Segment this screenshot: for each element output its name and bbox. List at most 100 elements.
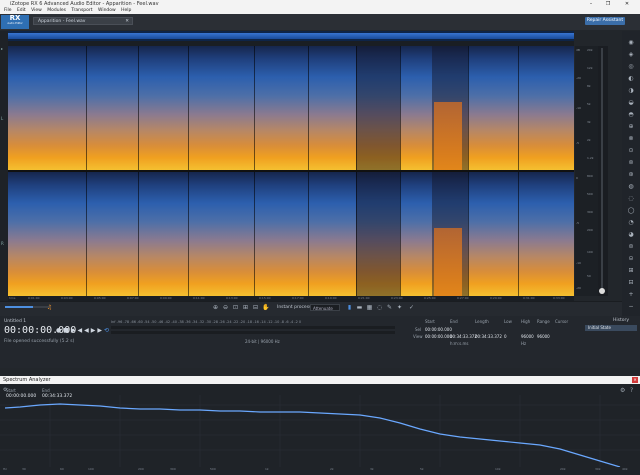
- audio-format: 24-bit | 96000 Hz: [245, 339, 280, 344]
- module-icon[interactable]: ◉: [627, 39, 635, 46]
- menu-view[interactable]: View: [31, 8, 42, 13]
- db-tick: -20: [576, 76, 581, 80]
- repair-assistant-button[interactable]: Repair Assistant: [585, 17, 625, 25]
- maximize-button[interactable]: ❐: [601, 0, 615, 8]
- module-icon[interactable]: ◌: [627, 195, 635, 202]
- lasso-tool-icon[interactable]: ◌: [376, 304, 383, 312]
- logo-subtext: Audio Editor: [7, 22, 23, 25]
- file-tab-label: Apparition - Feel.wav: [38, 19, 86, 24]
- module-icon[interactable]: ⊞: [627, 267, 635, 274]
- menu-edit[interactable]: Edit: [17, 8, 26, 13]
- help-icon[interactable]: ?: [630, 387, 633, 394]
- module-icon[interactable]: ◑: [627, 87, 635, 94]
- hz-tick: 100: [587, 250, 593, 254]
- module-icon[interactable]: ◯: [627, 207, 635, 214]
- module-icon[interactable]: ◎: [627, 63, 635, 70]
- module-icon[interactable]: ◐: [627, 75, 635, 82]
- waveform-overview[interactable]: [8, 31, 574, 41]
- magic-wand-tool-icon[interactable]: ✦: [396, 304, 403, 312]
- instant-process-mode-select[interactable]: Attenuate: [310, 304, 340, 311]
- menu-help[interactable]: Help: [121, 8, 131, 13]
- module-icon[interactable]: ⊝: [627, 255, 635, 262]
- transport-controls: ●■▶◀◀▶▶⟲: [56, 327, 111, 334]
- cursor-header: Cursor: [555, 319, 569, 324]
- hz-tick: 20k: [587, 48, 593, 52]
- frequency-selection-tool-icon[interactable]: ▬: [356, 304, 363, 312]
- rewind-button[interactable]: ◀◀: [78, 327, 91, 334]
- module-icon[interactable]: ⊗: [627, 135, 635, 142]
- zoom-selection-icon[interactable]: ⊡: [232, 304, 239, 312]
- view-range[interactable]: 96000: [537, 334, 550, 339]
- minimize-button[interactable]: –: [584, 0, 598, 8]
- spectrogram-channel-right[interactable]: [8, 172, 574, 296]
- time-frequency-tool-icon[interactable]: ▦: [366, 304, 373, 312]
- module-icon[interactable]: ◈: [627, 51, 635, 58]
- view-end[interactable]: 00:34:33.372: [450, 334, 477, 339]
- view-length[interactable]: 00:34:33.372: [475, 334, 502, 339]
- frequency-axis: Hz 30 60 100 200 300 500 1k 2k 3k 5k 10k…: [0, 467, 640, 475]
- time-tick: 0:07:00: [127, 296, 139, 300]
- time-selection-tool-icon[interactable]: ▮: [346, 304, 353, 312]
- left-channel-icon[interactable]: L: [1, 116, 6, 121]
- zoom-in-icon[interactable]: +: [627, 291, 635, 298]
- spectrogram-channel-left[interactable]: [8, 46, 574, 170]
- view-start[interactable]: 00:00:00.000: [425, 334, 452, 339]
- module-icon[interactable]: ⊙: [627, 147, 635, 154]
- settings-icon[interactable]: ⚙: [620, 387, 625, 394]
- menu-modules[interactable]: Modules: [47, 8, 66, 13]
- headphones-icon[interactable]: ♫: [46, 304, 53, 312]
- sel-start[interactable]: 00:00:00.000: [425, 327, 452, 332]
- rx-logo: RX Audio Editor: [1, 15, 29, 29]
- zoom-out-time-icon[interactable]: ⊖: [222, 304, 229, 312]
- menu-window[interactable]: Window: [98, 8, 116, 13]
- zoom-out-icon[interactable]: −: [627, 303, 635, 310]
- play-button[interactable]: ▶: [71, 327, 78, 334]
- freq-tick: 100: [88, 467, 94, 471]
- module-icon[interactable]: ◍: [627, 183, 635, 190]
- zoom-in-time-icon[interactable]: ⊕: [212, 304, 219, 312]
- freq-tick: 30k: [595, 467, 601, 471]
- play-cursor-icon[interactable]: ▸: [1, 46, 6, 51]
- time-tick: 0:27:00: [457, 296, 469, 300]
- history-label: History: [613, 318, 630, 323]
- window-title: iZotope RX 6 Advanced Audio Editor - App…: [10, 1, 159, 7]
- zoom-fit-icon[interactable]: ⊟: [252, 304, 259, 312]
- module-icon[interactable]: ◒: [627, 99, 635, 106]
- slider-knob[interactable]: [599, 288, 605, 294]
- playback-volume-slider[interactable]: [5, 306, 51, 308]
- instant-process-label[interactable]: Instant process:: [277, 305, 313, 310]
- module-icon[interactable]: ⊕: [627, 123, 635, 130]
- loop-button[interactable]: ⟲: [104, 327, 111, 334]
- view-low[interactable]: 0: [504, 334, 507, 339]
- close-tab-icon[interactable]: ✕: [125, 18, 129, 26]
- db-tick: dB: [576, 48, 580, 52]
- brush-tool-icon[interactable]: ✎: [386, 304, 393, 312]
- menu-transport[interactable]: Transport: [71, 8, 92, 13]
- module-icon[interactable]: ⊜: [627, 243, 635, 250]
- freq-tick: Hz: [3, 467, 7, 471]
- zoom-all-icon[interactable]: ⊞: [242, 304, 249, 312]
- end-header: End: [450, 319, 458, 324]
- time-tick: 0:21:00: [358, 296, 370, 300]
- history-item[interactable]: Initial State: [585, 325, 637, 331]
- hand-tool-icon[interactable]: ✋: [262, 304, 269, 312]
- module-icon[interactable]: ◓: [627, 111, 635, 118]
- file-tab[interactable]: Apparition - Feel.wav ✕: [33, 17, 133, 25]
- close-button[interactable]: ✕: [620, 0, 634, 8]
- db-tick: -5: [576, 141, 579, 145]
- high-header: High: [521, 319, 531, 324]
- close-icon[interactable]: ✕: [632, 377, 638, 383]
- stop-button[interactable]: ■: [63, 327, 71, 334]
- module-icon[interactable]: ⊟: [627, 279, 635, 286]
- forward-button[interactable]: ▶▶: [91, 327, 104, 334]
- menu-file[interactable]: File: [4, 8, 12, 13]
- module-icon[interactable]: ⊚: [627, 159, 635, 166]
- module-icon[interactable]: ◕: [627, 231, 635, 238]
- view-high[interactable]: 96000: [521, 334, 534, 339]
- time-tick: 0:33:00: [553, 296, 565, 300]
- spectrogram-contrast-slider[interactable]: [598, 46, 608, 296]
- harmonic-selection-icon[interactable]: ✓: [408, 304, 415, 312]
- module-icon[interactable]: ⊛: [627, 171, 635, 178]
- right-channel-icon[interactable]: R: [1, 241, 6, 246]
- module-icon[interactable]: ◔: [627, 219, 635, 226]
